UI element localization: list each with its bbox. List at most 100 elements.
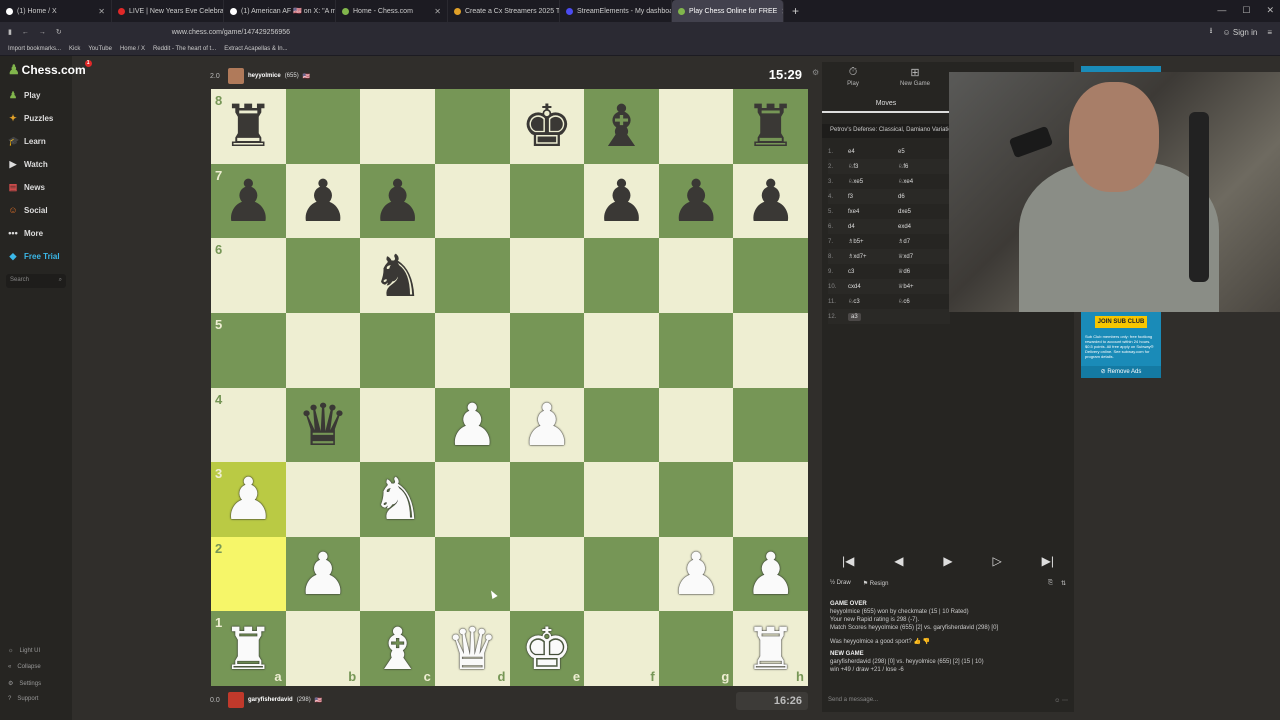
address-bar[interactable]: www.chess.com/game/147429256956 [172,29,290,36]
black-move[interactable]: e5 [892,149,942,155]
black-rook-icon[interactable]: ♜ [222,97,274,155]
last-move-icon[interactable]: ▶| [1042,554,1054,568]
play-moves-icon[interactable]: ▶ [943,554,952,568]
square-f1[interactable]: f [584,611,659,686]
white-move[interactable]: e4 [842,149,892,155]
square-h8[interactable]: ♜ [733,89,808,164]
browser-tab[interactable]: Create a Cx Streamers 2025 Tie✕ [448,0,560,22]
bookmark-item[interactable]: Import bookmarks... [8,46,61,52]
flip-board-icon[interactable]: ⇅ [1061,580,1066,587]
square-h1[interactable]: h ♜ [733,611,808,686]
download-icon[interactable]: ⭳ [1210,25,1213,39]
square-h2[interactable]: ♟ [733,536,808,612]
bottom-player-name[interactable]: garyfisherdavid [248,697,293,703]
forward-icon[interactable]: → [39,29,46,36]
white-move[interactable]: cxd4 [842,284,892,290]
bookmark-item[interactable]: Home / X [120,46,145,52]
bottom-player-avatar[interactable] [228,692,244,708]
browser-tab[interactable]: LIVE | New Years Eve Celebratio✕ [112,0,224,22]
black-bishop-icon[interactable]: ♝ [595,97,647,155]
white-move[interactable]: c3 [842,269,892,275]
black-pawn-icon[interactable]: ♟ [595,172,647,230]
white-king-icon[interactable]: ♚ [521,620,573,678]
sidebar-bottom-collapse[interactable]: « Collapse [8,664,41,670]
square-h4[interactable] [733,387,808,463]
square-e2[interactable] [509,536,585,612]
resign-button[interactable]: ⚑ Resign [863,580,889,587]
white-move[interactable]: ♗xd7+ [842,253,892,260]
white-bishop-icon[interactable]: ♝ [372,620,424,678]
settings-gear-icon[interactable]: ⚙ [812,68,819,77]
square-g8[interactable] [658,89,734,164]
square-d8[interactable] [434,89,510,164]
signin-button[interactable]: ☺ Sign in [1222,28,1257,37]
square-b6[interactable] [285,238,361,313]
black-move[interactable]: ♘f6 [892,163,942,170]
black-move[interactable]: ♘c6 [892,298,942,305]
square-e5[interactable] [509,312,585,388]
black-pawn-icon[interactable]: ♟ [745,172,797,230]
chat-input[interactable]: Send a message... ☺ ⋯ [822,694,1074,710]
white-pawn-icon[interactable]: ♟ [297,545,349,603]
white-rook-icon[interactable]: ♜ [745,620,797,678]
square-a8[interactable]: 8 ♜ [211,89,286,164]
square-h7[interactable]: ♟ [733,163,808,239]
square-d1[interactable]: d ♛ [434,611,510,686]
chess-logo[interactable]: ♟ Chess.com 1 [8,60,92,78]
white-pawn-icon[interactable]: ♟ [222,470,274,528]
reload-icon[interactable]: ↻ [56,28,62,36]
square-e3[interactable] [509,462,585,537]
white-pawn-icon[interactable]: ♟ [670,545,722,603]
square-c2[interactable] [360,536,435,612]
square-d2[interactable] [434,536,510,612]
black-move[interactable]: dxe5 [892,209,942,215]
square-c7[interactable]: ♟ [360,163,435,239]
square-f6[interactable] [584,238,659,313]
square-d4[interactable]: ♟ [434,387,510,463]
square-g1[interactable]: g [658,611,734,686]
browser-tab[interactable]: (1) Home / X ✕ [0,0,112,22]
close-window-icon[interactable]: ✕ [1266,5,1274,16]
white-pawn-icon[interactable]: ♟ [745,545,797,603]
square-f2[interactable] [584,536,659,612]
black-pawn-icon[interactable]: ♟ [670,172,722,230]
black-pawn-icon[interactable]: ♟ [372,172,424,230]
square-f4[interactable] [584,387,659,463]
white-knight-icon[interactable]: ♞ [372,470,424,528]
next-move-icon[interactable]: ▷ [993,554,1002,568]
sidebar-item-play[interactable]: ♟ Play [8,90,41,101]
chess-board[interactable]: 8 ♜ ♚ ♝ ♜ 7 ♟ ♟ ♟ ♟ ♟ ♟ 6 ♞ 5 4 ♛ ♟ ♟ 3 ♟ ♞ 2 ♟ ♟ ♟ 1 a ♜ b c ♝ d ♛ e ♚ f g h ♜ [211,89,808,686]
square-e7[interactable] [509,163,585,239]
tab-play[interactable]: ⏱ Play [822,66,884,92]
square-b2[interactable]: ♟ [285,536,361,612]
white-rook-icon[interactable]: ♜ [222,620,274,678]
maximize-icon[interactable]: ☐ [1242,5,1250,16]
square-g2[interactable]: ♟ [658,536,734,612]
black-king-icon[interactable]: ♚ [521,97,573,155]
share-icon[interactable]: ⎘ [1048,580,1053,587]
new-tab-icon[interactable]: + [784,4,807,18]
white-pawn-icon[interactable]: ♟ [521,396,573,454]
black-queen-icon[interactable]: ♛ [297,396,349,454]
white-move[interactable]: a3 [842,312,892,321]
sidebar-bottom-support[interactable]: ? Support [8,696,38,702]
draw-button[interactable]: ½ Draw [830,580,851,587]
black-move[interactable]: ♗d7 [892,238,942,245]
remove-ads-button[interactable]: ⊘ Remove Ads [1081,366,1161,378]
back-icon[interactable]: ← [22,29,29,36]
previous-move-icon[interactable]: ◀ [894,554,903,568]
square-a1[interactable]: 1 a ♜ [211,611,286,686]
square-c6[interactable]: ♞ [360,238,435,313]
opening-name[interactable]: Petrov's Defense: Classical, Damiano Var… [822,124,950,138]
black-move[interactable]: d6 [892,194,942,200]
tab-new-game[interactable]: ⊞ New Game [884,66,946,92]
white-move[interactable]: ♗b5+ [842,238,892,245]
browser-tab[interactable]: StreamElements - My dashboar✕ [560,0,672,22]
square-b1[interactable]: b [285,611,361,686]
top-player-name[interactable]: heyyolmice [248,73,281,79]
black-move[interactable]: exd4 [892,224,942,230]
square-h5[interactable] [733,312,808,388]
sidebar-item-watch[interactable]: ▶ Watch [8,159,48,170]
bookmark-item[interactable]: YouTube [88,46,112,52]
square-c4[interactable] [360,387,435,463]
